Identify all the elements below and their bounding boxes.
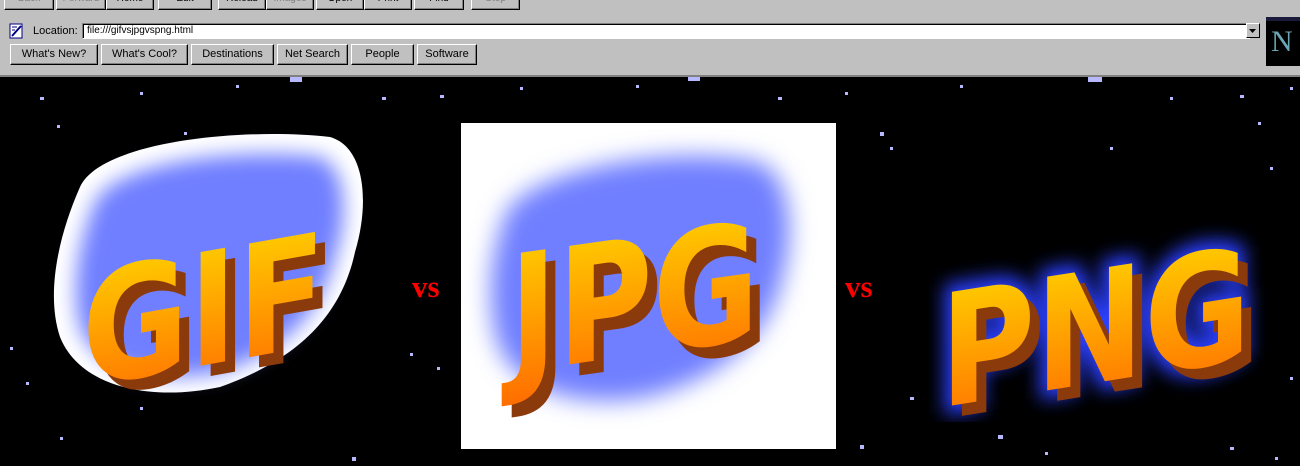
star-dot xyxy=(140,92,143,95)
star-dot xyxy=(1088,77,1102,82)
edit-button[interactable]: Edit xyxy=(158,0,212,10)
star-dot xyxy=(1270,167,1273,170)
svg-text:JPG: JPG xyxy=(501,187,759,413)
whats-cool-button[interactable]: What's Cool? xyxy=(101,44,188,65)
vs-separator: vs xyxy=(845,269,873,304)
star-dot xyxy=(688,77,700,81)
vs-separator: vs xyxy=(412,269,440,304)
browser-chrome: Back Forward Home Edit Reload Images Ope… xyxy=(0,0,1300,77)
whats-new-button[interactable]: What's New? xyxy=(10,44,98,65)
back-button[interactable]: Back xyxy=(4,0,54,10)
chevron-down-icon xyxy=(1249,29,1256,33)
star-dot xyxy=(1258,122,1261,125)
svg-text:N: N xyxy=(1271,25,1293,58)
star-dot xyxy=(382,97,386,100)
star-dot xyxy=(998,435,1003,439)
star-dot xyxy=(352,457,356,461)
star-dot xyxy=(290,77,302,82)
star-dot xyxy=(40,97,44,100)
star-dot xyxy=(636,85,639,88)
people-button[interactable]: People xyxy=(351,44,414,65)
star-dot xyxy=(410,353,413,356)
star-dot xyxy=(10,347,13,350)
bookmark-icon[interactable] xyxy=(9,23,24,39)
png-logo-image: PNG PNG PNG xyxy=(932,207,1260,422)
stop-button[interactable]: Stop xyxy=(471,0,520,10)
forward-button[interactable]: Forward xyxy=(56,0,106,10)
star-dot xyxy=(520,87,523,90)
star-dot xyxy=(1275,457,1278,460)
reload-button[interactable]: Reload xyxy=(218,0,266,10)
star-dot xyxy=(1290,377,1293,380)
star-dot xyxy=(1045,452,1048,455)
star-dot xyxy=(440,95,444,98)
location-input[interactable]: file:///gifvsjpgvspng.html xyxy=(82,23,1250,39)
star-dot xyxy=(880,132,884,136)
star-dot xyxy=(845,92,848,95)
find-button[interactable]: Find xyxy=(414,0,464,10)
star-dot xyxy=(236,85,239,88)
star-dot xyxy=(1290,87,1293,90)
software-button[interactable]: Software xyxy=(417,44,477,65)
location-label: Location: xyxy=(33,25,78,37)
star-dot xyxy=(1170,97,1173,100)
star-dot xyxy=(960,85,963,88)
star-dot xyxy=(890,147,893,150)
navigation-toolbar: Back Forward Home Edit Reload Images Ope… xyxy=(0,0,1300,12)
gif-logo-image: GIF GIF xyxy=(53,134,363,412)
star-dot xyxy=(1240,95,1244,98)
net-search-button[interactable]: Net Search xyxy=(277,44,348,65)
directory-buttons: What's New? What's Cool? Destinations Ne… xyxy=(0,44,1262,66)
netscape-throbber-icon[interactable]: N xyxy=(1266,17,1300,66)
destinations-button[interactable]: Destinations xyxy=(191,44,274,65)
location-dropdown-button[interactable] xyxy=(1246,23,1260,38)
star-dot xyxy=(60,437,63,440)
home-button[interactable]: Home xyxy=(106,0,154,10)
star-dot xyxy=(1230,447,1234,450)
star-dot xyxy=(778,97,782,100)
images-button[interactable]: Images xyxy=(266,0,314,10)
page-content: GIF GIF vs JPG JPG vs PNG PNG PNG xyxy=(0,77,1300,466)
svg-text:PNG: PNG xyxy=(940,214,1251,422)
star-dot xyxy=(437,367,440,370)
star-dot xyxy=(860,445,864,449)
jpg-logo-image: JPG JPG xyxy=(461,123,836,449)
print-button[interactable]: Print xyxy=(364,0,412,10)
open-button[interactable]: Open xyxy=(316,0,364,10)
location-bar: Location: file:///gifvsjpgvspng.html xyxy=(0,22,1262,42)
star-dot xyxy=(26,382,29,385)
jpg-logo-graphic: JPG JPG xyxy=(490,156,790,424)
